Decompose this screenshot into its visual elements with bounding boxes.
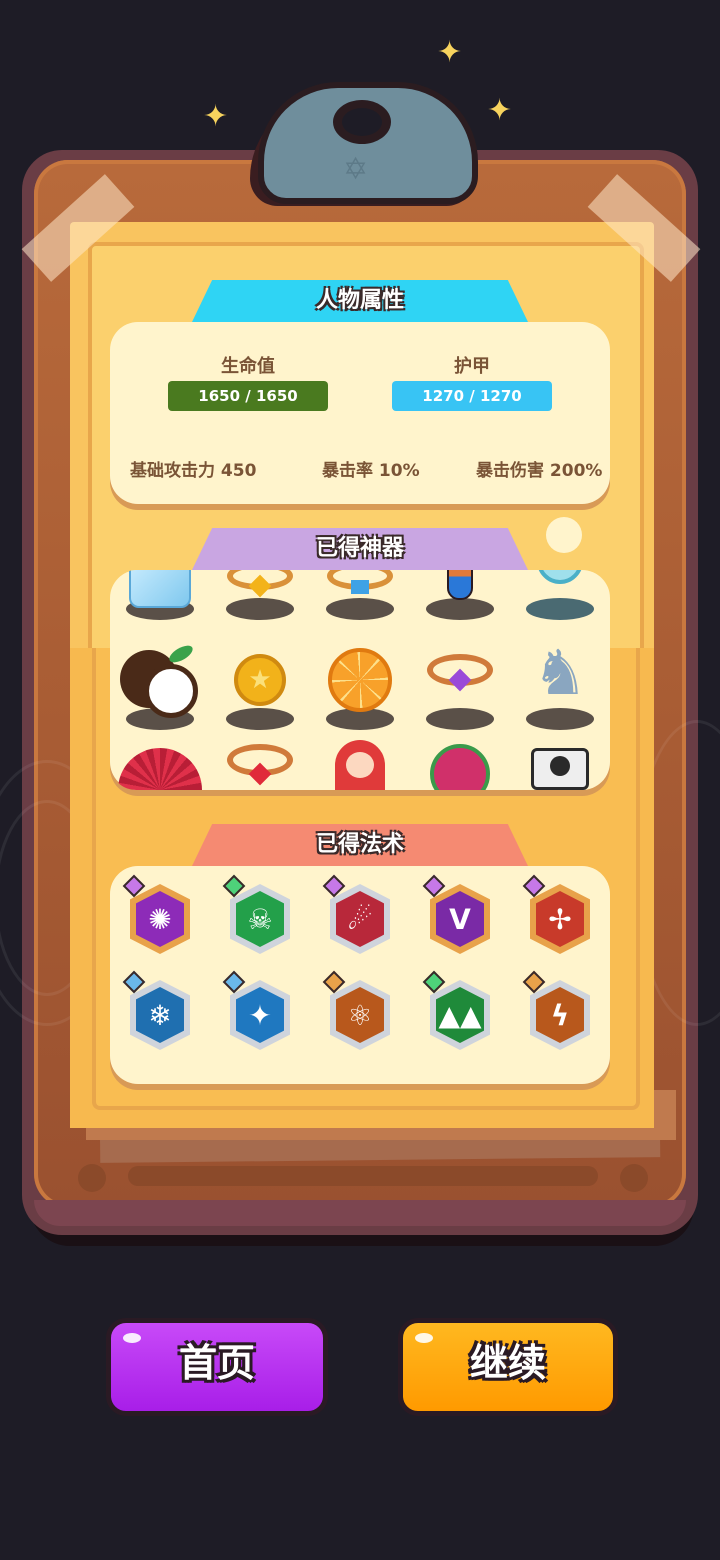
sparkle-icon: ✦ — [203, 99, 229, 134]
orange-slice-icon — [328, 648, 392, 712]
bolt-icon — [620, 1164, 648, 1192]
crit-rate-stat: 暴击率 10% — [322, 461, 420, 481]
home-button-label: 首页 — [178, 1341, 255, 1385]
chess-knight-icon: ♞ — [532, 636, 588, 709]
hp-bar: 1650 / 1650 — [168, 381, 328, 411]
desk-fan-icon — [537, 570, 583, 584]
artifact-item-ice-cube[interactable] — [110, 570, 210, 624]
spell-item[interactable]: ✦ — [222, 970, 292, 1054]
spell-item[interactable]: ✢ — [522, 874, 592, 958]
sparkle-icon: ✦ — [487, 93, 513, 128]
spell-item[interactable]: ☠ — [222, 874, 292, 958]
artifact-item-gold-ring-diamond[interactable] — [310, 570, 410, 624]
potion-flask-icon — [447, 570, 473, 600]
spell-item[interactable]: ▲▲ — [422, 970, 492, 1054]
artifact-item-dragon-fruit[interactable] — [410, 744, 510, 790]
artifacts-tab: 已得神器 — [192, 528, 528, 570]
artifact-item-matryoshka[interactable] — [310, 740, 410, 790]
continue-button[interactable]: 继续 — [398, 1318, 618, 1416]
scroll-indicator[interactable] — [546, 517, 582, 553]
spells-tab: 已得法术 — [192, 824, 528, 866]
attributes-tab: 人物属性 — [192, 280, 528, 322]
armor-label: 护甲 — [454, 356, 490, 377]
board-rail — [128, 1166, 598, 1186]
artifact-item-camera[interactable] — [510, 744, 610, 790]
artifact-item-desk-fan[interactable] — [510, 570, 610, 624]
sparkle-icon: ✦ — [437, 35, 463, 70]
ice-cube-icon — [129, 570, 191, 608]
artifacts-grid[interactable]: ★ ♞ — [110, 570, 610, 790]
continue-button-label: 继续 — [469, 1341, 546, 1385]
artifact-item-potion[interactable] — [410, 570, 510, 624]
spell-item[interactable]: ᐯ — [422, 874, 492, 958]
artifact-item-gold-ring-topaz[interactable] — [210, 570, 310, 624]
spells-grid[interactable]: ✺ ☠ ☄ ᐯ ✢ ❄ ✦ ⚛ ▲▲ ϟ — [110, 866, 610, 1084]
spell-item[interactable]: ☄ — [322, 874, 392, 958]
artifact-item-ring-ruby[interactable] — [210, 744, 310, 790]
spell-item[interactable]: ⚛ — [322, 970, 392, 1054]
hp-label: 生命值 — [221, 356, 275, 377]
base-attack-stat: 基础攻击力 450 — [130, 461, 257, 481]
spell-item[interactable]: ❄ — [122, 970, 192, 1054]
home-button[interactable]: 首页 — [106, 1318, 328, 1416]
artifact-item-ring-amethyst[interactable] — [410, 644, 510, 734]
bolt-icon — [78, 1164, 106, 1192]
armor-bar: 1270 / 1270 — [392, 381, 552, 411]
crit-damage-stat: 暴击伤害 200% — [476, 461, 603, 481]
artifact-item-coconut[interactable] — [110, 642, 210, 734]
star-of-david-icon: ✡ — [343, 152, 369, 187]
spell-item[interactable]: ✺ — [122, 874, 192, 958]
spell-item[interactable]: ϟ — [522, 970, 592, 1054]
gold-coin-icon: ★ — [234, 654, 286, 706]
artifact-item-orange-slice[interactable] — [310, 644, 410, 734]
dragon-fruit-icon — [430, 744, 490, 790]
board-bottom-edge — [34, 1200, 686, 1226]
artifact-item-chess-knight[interactable]: ♞ — [510, 636, 610, 734]
artifact-item-gold-coin[interactable]: ★ — [210, 644, 310, 734]
artifact-item-folding-fan[interactable] — [110, 744, 210, 790]
clip-hole-inner — [342, 108, 382, 136]
folding-fan-icon — [118, 748, 202, 790]
